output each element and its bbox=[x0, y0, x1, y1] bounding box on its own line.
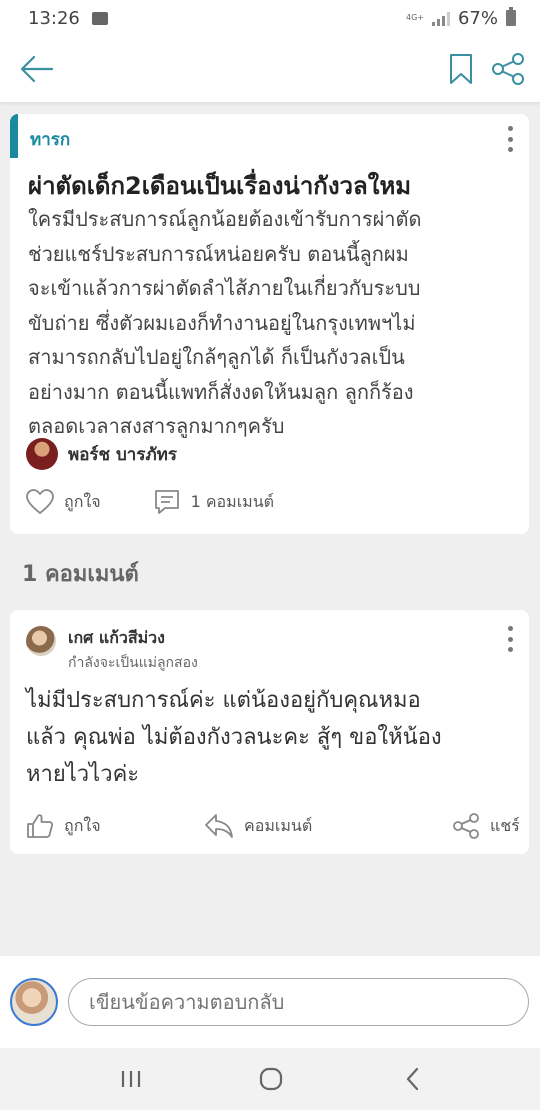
post-body: ใครมีประสบการณ์ลูกน้อยต้องเข้ารับการผ่าต… bbox=[28, 202, 523, 444]
network-type: 4G+ bbox=[405, 13, 424, 22]
back-nav-icon[interactable] bbox=[398, 1064, 428, 1094]
reply-input[interactable] bbox=[68, 978, 529, 1026]
reply-bar bbox=[0, 956, 540, 1048]
bookmark-icon[interactable] bbox=[448, 52, 474, 86]
reply-icon bbox=[205, 814, 233, 838]
status-time: 13:26 bbox=[28, 7, 80, 29]
avatar[interactable] bbox=[26, 438, 58, 470]
commenter-name[interactable]: เกศ แก้วสีม่วง bbox=[68, 626, 165, 651]
more-vertical-icon[interactable] bbox=[504, 126, 516, 152]
share-icon bbox=[453, 813, 479, 839]
post-body-line: ช่วยแชร์ประสบการณ์หน่อยครับ ตอนนี้ลูกผม bbox=[28, 241, 409, 266]
comment-actions: ถูกใจ คอมเมนต์ แชร์ bbox=[26, 810, 521, 842]
post-title: ผ่าตัดเด็ก2เดือนเป็นเรื่องน่ากังวลใหม bbox=[28, 172, 412, 200]
signal-icon bbox=[431, 10, 450, 26]
arrow-left-icon[interactable] bbox=[18, 52, 56, 86]
post-author[interactable]: พอร์ช บารภัทร bbox=[26, 438, 177, 470]
comment-like-button[interactable]: ถูกใจ bbox=[26, 810, 101, 842]
heart-icon bbox=[26, 489, 54, 514]
comment-share-label: แชร์ bbox=[490, 815, 520, 835]
post-card: ทารก ผ่าตัดเด็ก2เดือนเป็นเรื่องน่ากังวลใ… bbox=[10, 114, 529, 534]
category-accent-bar bbox=[10, 114, 18, 158]
home-icon[interactable] bbox=[256, 1064, 286, 1094]
share-icon[interactable] bbox=[490, 52, 526, 86]
comment-reply-label: คอมเมนต์ bbox=[244, 815, 313, 835]
comment-share-button[interactable]: แชร์ bbox=[452, 810, 520, 842]
image-notification-icon bbox=[91, 11, 108, 25]
comments-header: 1 คอมเมนต์ bbox=[22, 562, 139, 587]
avatar[interactable] bbox=[26, 626, 56, 656]
app-bar bbox=[0, 36, 540, 102]
post-category[interactable]: ทารก bbox=[30, 126, 70, 153]
recent-apps-icon[interactable] bbox=[116, 1064, 146, 1094]
comment-icon bbox=[154, 490, 179, 514]
post-actions: ถูกใจ 1 คอมเมนต์ bbox=[26, 486, 521, 518]
status-bar: 13:26 4G+ 67% bbox=[0, 0, 540, 36]
more-vertical-icon[interactable] bbox=[504, 626, 516, 652]
author-name[interactable]: พอร์ช บารภัทร bbox=[68, 441, 177, 468]
post-body-line: ใครมีประสบการณ์ลูกน้อยต้องเข้ารับการผ่าต… bbox=[28, 207, 422, 231]
comment-text: ไม่มีประสบการณ์ค่ะ แต่น้องอยู่กับคุณหมอ … bbox=[26, 682, 521, 793]
avatar bbox=[10, 978, 58, 1026]
post-body-line: อย่างมาก ตอนนี้แพทก็สั่งงดให้นมลูก ลูกก็… bbox=[28, 379, 414, 404]
comment-text-line: หายไวไวค่ะ bbox=[26, 762, 140, 787]
post-body-line: จะเข้าแล้วการผ่าตัดลำไส้ภายในเกี่ยวกับระ… bbox=[28, 276, 421, 300]
commenter-subtitle: กำลังจะเป็นแม่ลูกสอง bbox=[68, 655, 198, 671]
like-label: ถูกใจ bbox=[64, 491, 101, 511]
battery-percent: 67% bbox=[457, 7, 498, 29]
comment-reply-button[interactable]: คอมเมนต์ bbox=[204, 810, 312, 842]
comment-count-label: 1 คอมเมนต์ bbox=[190, 491, 275, 511]
thumbs-up-icon bbox=[27, 814, 54, 838]
post-body-line: สามารถกลับไปอยู่ใกล้ๆลูกได้ ก็เป็นกังวลเ… bbox=[28, 345, 405, 369]
post-body-line: ขับถ่าย ซึ่งตัวผมเองก็ทำงานอยู่ในกรุงเทพ… bbox=[28, 310, 416, 335]
like-button[interactable]: ถูกใจ bbox=[26, 489, 101, 515]
battery-icon bbox=[506, 7, 516, 26]
system-nav-bar bbox=[0, 1048, 540, 1110]
comment-card: เกศ แก้วสีม่วง กำลังจะเป็นแม่ลูกสอง ไม่ม… bbox=[10, 610, 529, 854]
comment-like-label: ถูกใจ bbox=[64, 815, 101, 835]
comment-text-line: แล้ว คุณพ่อ ไม่ต้องกังวลนะคะ สู้ๆ ขอให้น… bbox=[26, 725, 442, 750]
comment-text-line: ไม่มีประสบการณ์ค่ะ แต่น้องอยู่กับคุณหมอ bbox=[26, 688, 421, 713]
comment-count-button[interactable]: 1 คอมเมนต์ bbox=[153, 488, 274, 516]
